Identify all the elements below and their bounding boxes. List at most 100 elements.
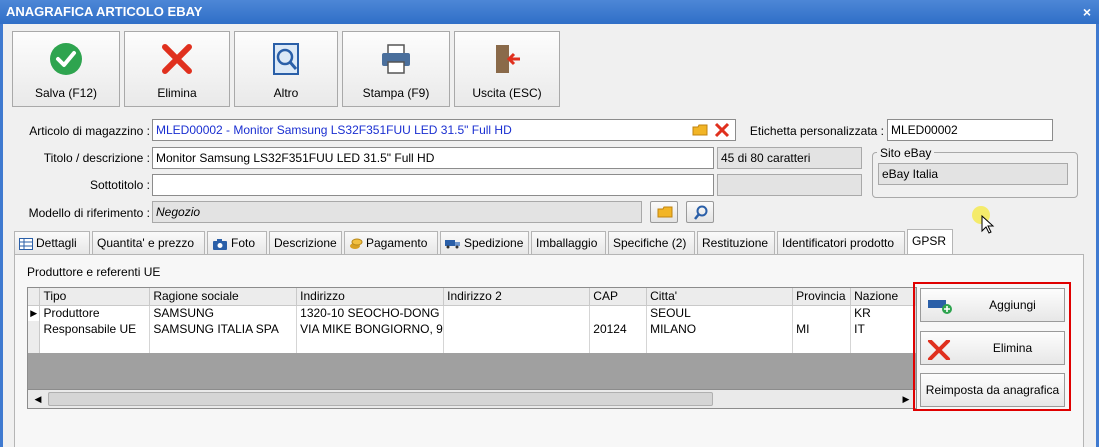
tab-label: Foto xyxy=(231,236,256,250)
column-header[interactable]: Nazione xyxy=(850,288,916,306)
table-cell[interactable] xyxy=(443,337,591,353)
table-cell[interactable]: KR xyxy=(850,305,916,321)
tab-pagamento[interactable]: Pagamento xyxy=(344,231,438,255)
table-cell[interactable] xyxy=(296,337,445,353)
tab-label: Pagamento xyxy=(366,236,428,250)
model-folder-button[interactable] xyxy=(650,201,678,223)
table-cell[interactable] xyxy=(149,337,298,353)
table-cell[interactable]: VIA MIKE BONGIORNO, 9 xyxy=(296,321,445,337)
row-indicator-header xyxy=(28,288,41,306)
table-cell[interactable]: IT xyxy=(850,321,916,337)
clear-icon[interactable] xyxy=(714,122,730,138)
scroll-thumb[interactable] xyxy=(48,392,713,406)
add-label: Aggiungi xyxy=(989,298,1036,312)
table-cell[interactable]: SAMSUNG xyxy=(149,305,298,321)
row-indicator xyxy=(28,321,41,337)
table-row[interactable]: ▶ Produttore SAMSUNG 1320-10 SEOCHO-DONG… xyxy=(28,305,916,321)
camera-icon xyxy=(213,238,227,250)
table-cell[interactable] xyxy=(792,305,852,321)
tab-foto[interactable]: Foto xyxy=(207,231,267,255)
table-cell[interactable]: 1320-10 SEOCHO-DONG xyxy=(296,305,445,321)
reset-label: Reimposta da anagrafica xyxy=(925,383,1060,397)
delete-label: Elimina xyxy=(157,86,197,100)
table-cell[interactable]: SEOUL xyxy=(646,305,794,321)
custom-label-value: MLED00002 xyxy=(891,123,958,137)
tab-spedizione[interactable]: Spedizione xyxy=(440,231,529,255)
tab-label: Spedizione xyxy=(464,236,524,250)
column-header[interactable]: CAP xyxy=(589,288,648,306)
exit-button[interactable]: Uscita (ESC) xyxy=(454,31,560,107)
window-titlebar: ANAGRAFICA ARTICOLO EBAY × xyxy=(0,0,1099,24)
table-cell[interactable]: Produttore xyxy=(39,305,151,321)
site-value: eBay Italia xyxy=(882,167,939,181)
close-icon[interactable]: × xyxy=(1083,0,1091,24)
delete-row-button[interactable]: Elimina xyxy=(920,331,1065,365)
row-indicator-icon: ▶ xyxy=(28,305,41,321)
table-cell[interactable]: SAMSUNG ITALIA SPA xyxy=(149,321,298,337)
tab-descrizione[interactable]: Descrizione xyxy=(269,231,342,255)
table-cell[interactable] xyxy=(443,305,591,321)
delete-row-label: Elimina xyxy=(992,341,1033,355)
scroll-left-icon[interactable]: ◀ xyxy=(30,392,46,406)
reset-button[interactable]: Reimposta da anagrafica xyxy=(920,373,1065,407)
column-header[interactable]: Provincia xyxy=(792,288,852,306)
subtitle-field[interactable] xyxy=(152,174,714,196)
table-cell[interactable] xyxy=(646,337,794,353)
site-field: eBay Italia xyxy=(878,163,1068,185)
model-field[interactable]: Negozio xyxy=(152,201,642,223)
model-label: Modello di riferimento : xyxy=(28,206,150,220)
tab-identificatori-prodotto[interactable]: Identificatori prodotto xyxy=(777,231,905,255)
window-title: ANAGRAFICA ARTICOLO EBAY xyxy=(6,4,203,19)
table-cell[interactable] xyxy=(443,321,591,337)
add-button[interactable]: Aggiungi xyxy=(920,288,1065,322)
x-icon xyxy=(928,340,950,360)
article-field[interactable]: MLED00002 - Monitor Samsung LS32F351FUU … xyxy=(152,119,736,141)
tab-quantita-prezzo[interactable]: Quantita' e prezzo xyxy=(92,231,205,255)
column-header[interactable]: Citta' xyxy=(646,288,794,306)
title-value: Monitor Samsung LS32F351FUU LED 31.5" Fu… xyxy=(156,151,435,165)
tab-label: Descrizione xyxy=(274,236,337,250)
mouse-cursor-icon xyxy=(972,206,995,234)
other-button[interactable]: Altro xyxy=(234,31,338,107)
table-cell[interactable]: MILANO xyxy=(646,321,794,337)
table-cell[interactable]: MI xyxy=(792,321,852,337)
model-value: Negozio xyxy=(156,205,201,219)
column-header[interactable]: Tipo xyxy=(39,288,151,306)
tab-restituzione[interactable]: Restituzione xyxy=(697,231,775,255)
char-count: 45 di 80 caratteri xyxy=(717,147,862,169)
exit-door-icon xyxy=(496,45,520,73)
table-cell[interactable]: Responsabile UE xyxy=(39,321,151,337)
tab-imballaggio[interactable]: Imballaggio xyxy=(531,231,606,255)
tab-specifiche[interactable]: Specifiche (2) xyxy=(608,231,695,255)
column-header[interactable]: Indirizzo 2 xyxy=(443,288,591,306)
table-cell[interactable] xyxy=(792,337,852,353)
custom-label-field[interactable]: MLED00002 xyxy=(887,119,1053,141)
table-row[interactable]: Responsabile UE SAMSUNG ITALIA SPA VIA M… xyxy=(28,321,916,337)
horizontal-scrollbar[interactable]: ◀ ▶ xyxy=(27,389,917,409)
section-title: Produttore e referenti UE xyxy=(27,265,161,279)
subtitle-label: Sottotitolo : xyxy=(89,178,150,192)
coins-icon xyxy=(350,238,363,250)
scroll-right-icon[interactable]: ▶ xyxy=(898,392,914,406)
table-cell[interactable] xyxy=(589,337,648,353)
printer-icon xyxy=(382,44,410,74)
column-header[interactable]: Ragione sociale xyxy=(149,288,298,306)
model-search-button[interactable] xyxy=(686,201,714,223)
table-cell[interactable] xyxy=(589,305,648,321)
grid-header: Tipo Ragione sociale Indirizzo Indirizzo… xyxy=(28,288,916,306)
window-border-left xyxy=(0,24,3,447)
column-header[interactable]: Indirizzo xyxy=(296,288,445,306)
table-row-new[interactable] xyxy=(28,337,916,353)
table-cell[interactable] xyxy=(850,337,916,353)
delete-button[interactable]: Elimina xyxy=(124,31,230,107)
x-icon xyxy=(162,44,192,74)
title-field[interactable]: Monitor Samsung LS32F351FUU LED 31.5" Fu… xyxy=(152,147,714,169)
table-cell[interactable] xyxy=(39,337,151,353)
folder-icon[interactable] xyxy=(692,124,708,136)
article-value: MLED00002 - Monitor Samsung LS32F351FUU … xyxy=(156,123,512,137)
tab-dettagli[interactable]: Dettagli xyxy=(14,231,90,255)
save-button[interactable]: Salva (F12) xyxy=(12,31,120,107)
table-cell[interactable]: 20124 xyxy=(589,321,648,337)
print-button[interactable]: Stampa (F9) xyxy=(342,31,450,107)
tab-gpsr[interactable]: GPSR xyxy=(907,229,953,255)
